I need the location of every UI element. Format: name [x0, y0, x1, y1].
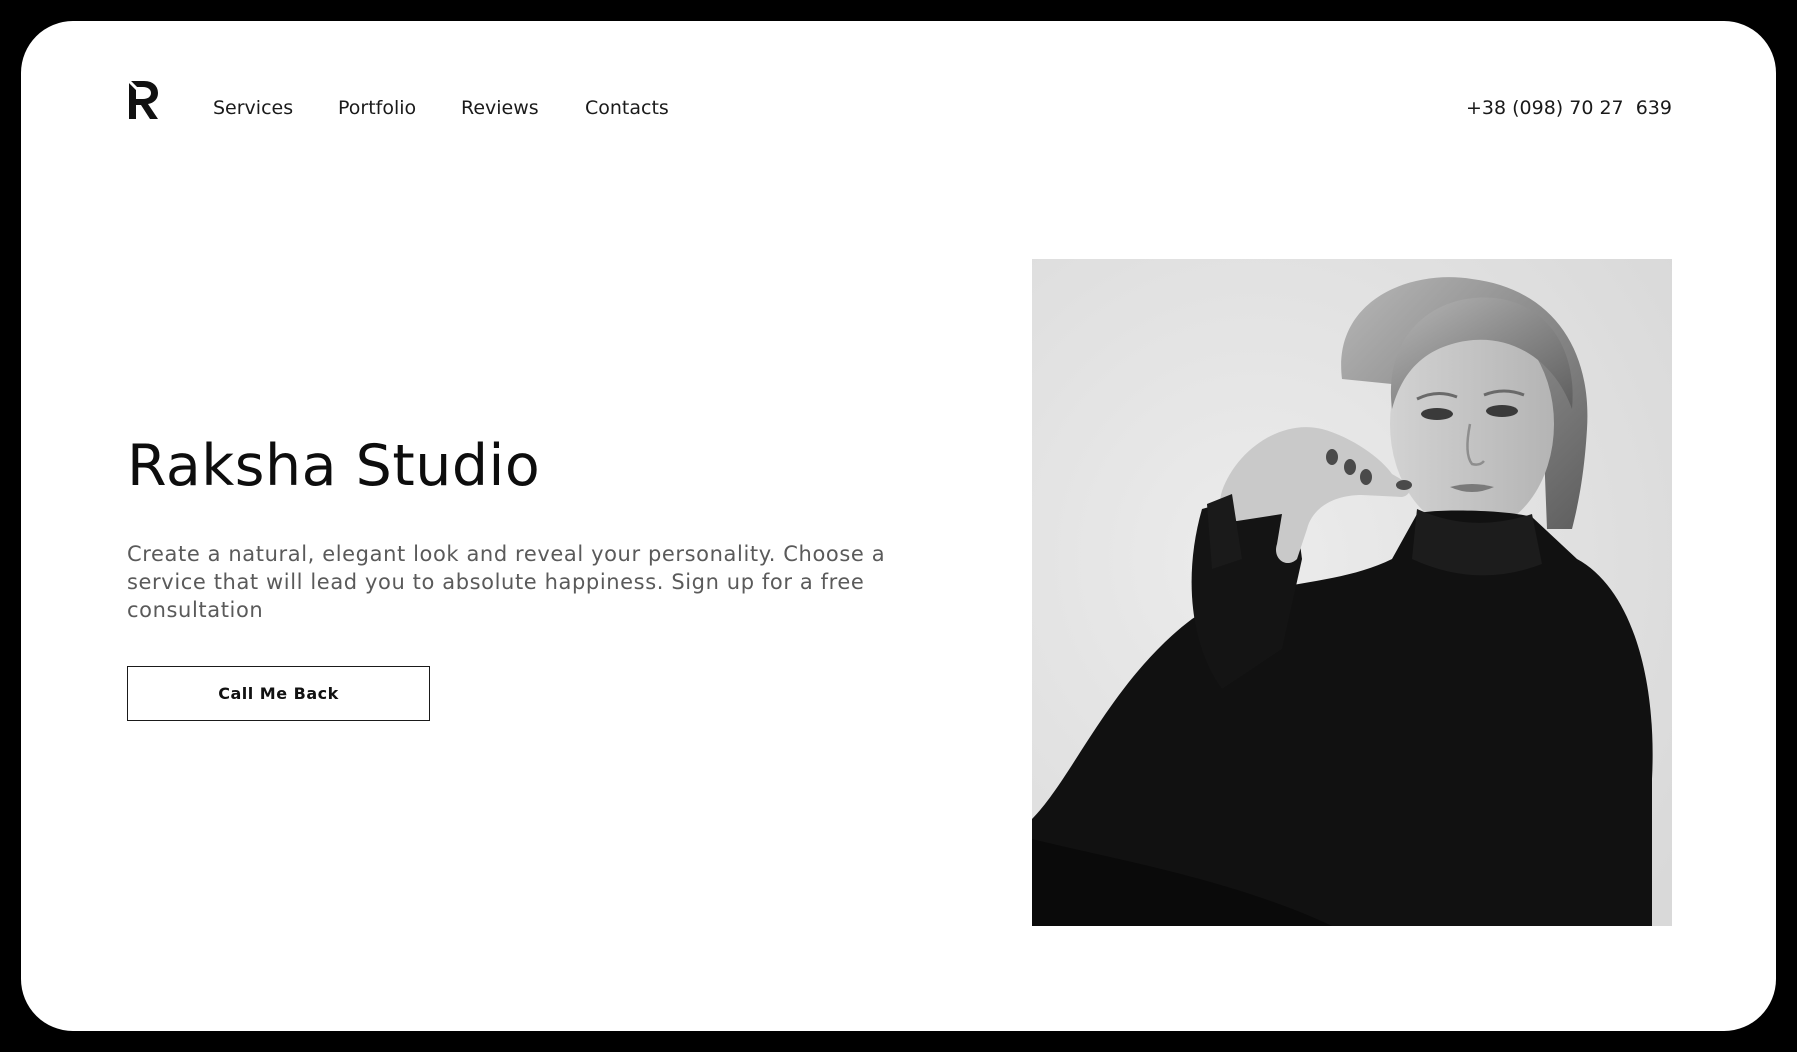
hero-title: Raksha Studio — [127, 433, 541, 499]
nav-link-services[interactable]: Services — [213, 97, 293, 119]
phone-number-link[interactable]: +38 (098) 70 27 639 — [1466, 97, 1672, 119]
hero-description: Create a natural, elegant look and revea… — [127, 542, 886, 622]
nav-link-reviews[interactable]: Reviews — [461, 97, 539, 119]
call-me-back-button[interactable]: Call Me Back — [127, 666, 430, 721]
portrait-photo — [1032, 259, 1672, 926]
nav-link-portfolio[interactable]: Portfolio — [338, 97, 416, 119]
logo-icon[interactable] — [127, 77, 161, 121]
page-frame: Services Portfolio Reviews Contacts +38 … — [21, 21, 1776, 1031]
nav-link-contacts[interactable]: Contacts — [585, 97, 669, 119]
